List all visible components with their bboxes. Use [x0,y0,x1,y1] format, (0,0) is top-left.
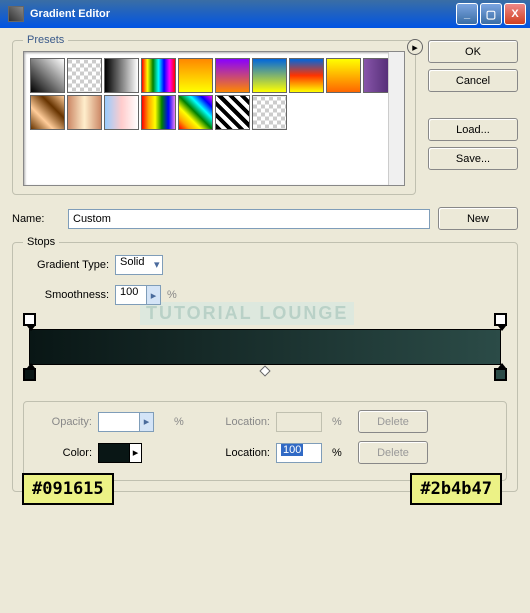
preset-swatch[interactable] [215,95,250,130]
ok-button[interactable]: OK [428,40,518,63]
opacity-label: Opacity: [32,416,92,428]
chevron-right-icon: ▸ [139,413,153,431]
opacity-location-input [276,412,322,432]
preset-swatch[interactable] [178,58,213,93]
stops-legend: Stops [23,236,59,248]
percent-label: % [332,416,352,428]
percent-label: % [332,447,352,459]
gradient-fieldset: Gradient Type: Solid Smoothness: 100 ▸ %… [12,242,518,492]
load-button[interactable]: Load... [428,118,518,141]
color-stop-right[interactable] [494,368,507,381]
preset-swatch[interactable] [289,58,324,93]
location-label: Location: [200,447,270,459]
presets-legend: Presets [23,34,68,46]
gradient-type-select[interactable]: Solid [115,255,163,275]
preset-swatch[interactable] [326,58,361,93]
close-button[interactable]: X [504,3,526,25]
preset-swatch[interactable] [104,58,139,93]
name-input[interactable] [68,209,430,229]
chevron-right-icon[interactable]: ▸ [146,286,160,304]
gradient-type-label: Gradient Type: [23,259,109,271]
name-label: Name: [12,213,60,225]
titlebar: Gradient Editor _ ▢ X [0,0,530,28]
presets-fieldset: Presets ▸ [12,40,416,195]
annotation-right: #2b4b47 [410,473,502,505]
color-location-input[interactable]: 100 [276,443,322,463]
percent-label: % [167,289,177,301]
gradient-bar[interactable] [29,329,501,365]
cancel-button[interactable]: Cancel [428,69,518,92]
percent-label: % [174,416,194,428]
opacity-input: ▸ [98,412,154,432]
location-label: Location: [200,416,270,428]
preset-swatch[interactable] [104,95,139,130]
preset-swatch[interactable] [67,58,102,93]
chevron-right-icon[interactable]: ▸ [129,444,141,462]
presets-grid [23,51,405,186]
preset-swatch[interactable] [252,58,287,93]
preset-swatch[interactable] [141,95,176,130]
preset-swatch[interactable] [178,95,213,130]
midpoint-icon[interactable] [259,365,270,376]
preset-swatch[interactable] [252,95,287,130]
delete-opacity-stop-button: Delete [358,410,428,433]
smoothness-input[interactable]: 100 ▸ [115,285,161,305]
dialog-body: Presets ▸ [0,28,530,613]
color-label: Color: [32,447,92,459]
opacity-stop-left[interactable] [23,313,36,326]
preset-swatch[interactable] [30,58,65,93]
app-icon [8,6,24,22]
delete-color-stop-button: Delete [358,441,428,464]
presets-menu-icon[interactable]: ▸ [407,39,423,55]
smoothness-label: Smoothness: [23,289,109,301]
preset-swatch[interactable] [30,95,65,130]
preset-swatch[interactable] [215,58,250,93]
preset-swatch[interactable] [67,95,102,130]
preset-swatch[interactable] [141,58,176,93]
minimize-button[interactable]: _ [456,3,478,25]
annotation-left: #091615 [22,473,114,505]
color-stop-left[interactable] [23,368,36,381]
new-button[interactable]: New [438,207,518,230]
window-title: Gradient Editor [30,8,454,20]
presets-scrollbar[interactable] [388,52,404,185]
stops-section: Stops Opacity: ▸ % Location: % Delete Co… [23,401,507,481]
maximize-button[interactable]: ▢ [480,3,502,25]
color-swatch[interactable]: ▸ [98,443,142,463]
save-button[interactable]: Save... [428,147,518,170]
opacity-stop-right[interactable] [494,313,507,326]
